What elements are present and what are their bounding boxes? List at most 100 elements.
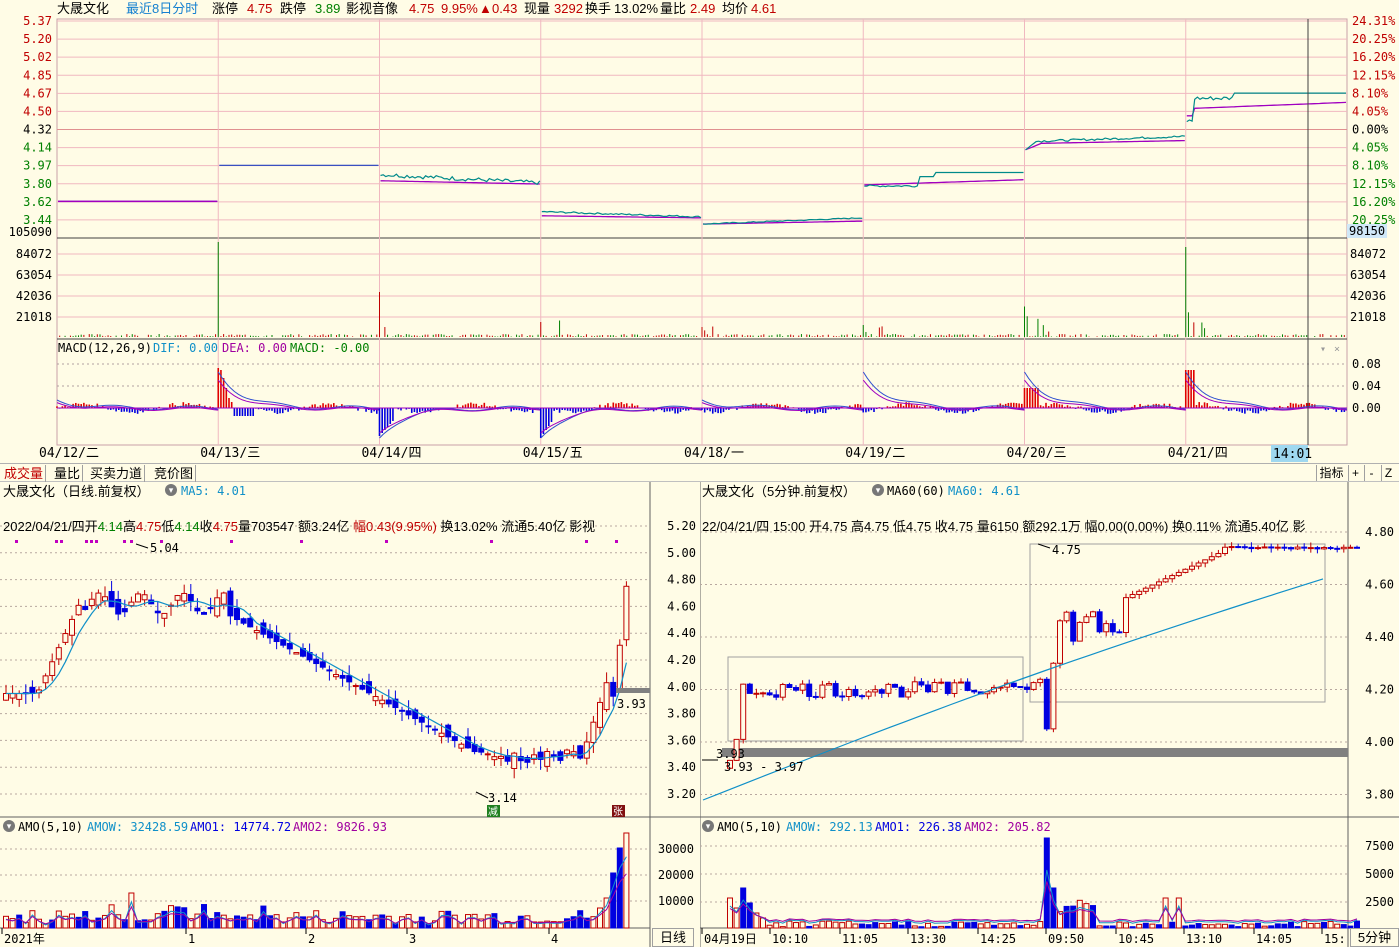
daily-kline-chart[interactable]: 5.20 5.00 4.80 4.60 4.40 4.20 4.00 3.80 3.60 3.40… [0, 482, 700, 947]
candle-body [544, 750, 551, 767]
x-axis-label: 09:50 [1048, 932, 1084, 946]
daily-axis-label: 4.00 [667, 680, 696, 694]
amo-bar [997, 923, 1004, 929]
volume-axis-label: 63054 [16, 268, 52, 282]
amo-bar [1334, 923, 1341, 929]
min5-amp-label: 幅 [1084, 519, 1098, 534]
min5-axis-label: 4.20 [1365, 683, 1394, 697]
daily-period-button[interactable]: 日线 [652, 928, 694, 947]
amo-bar [372, 914, 379, 929]
amo-bar [1228, 924, 1235, 929]
x-axis-label: 2021年 [4, 932, 45, 946]
amo-bar [984, 922, 991, 929]
candle-body [339, 674, 346, 679]
daily-axis-label: 3.40 [667, 760, 696, 774]
zoom-in-button[interactable]: + [1348, 465, 1362, 481]
candle-body [42, 675, 49, 684]
amo-bar [905, 921, 912, 929]
amo-bar [1182, 925, 1189, 929]
amo-bar [1083, 903, 1090, 929]
left-axis-label: 4.67 [23, 86, 52, 100]
daily-ma-icon[interactable]: ▾ [165, 484, 177, 496]
amo-bar [69, 913, 75, 929]
candle-body [280, 639, 287, 646]
candle-body [333, 674, 339, 678]
amo-bar [806, 925, 813, 929]
candle-body [839, 695, 846, 698]
amo-bar [892, 921, 898, 929]
x-axis-label: 3 [409, 932, 416, 946]
min5-amo-header: ▾ AMO(5,10) AMOW: 292.13 AMO1: 226.38 AM… [700, 819, 1348, 835]
candle-body [610, 681, 617, 697]
range-box-day1 [727, 656, 1024, 742]
candle-body [491, 756, 498, 761]
candle-body [1261, 546, 1268, 549]
candle-body [1017, 686, 1024, 689]
candle-body [1182, 568, 1189, 573]
zoom-out-button[interactable]: - [1364, 465, 1378, 481]
high-marker-line [135, 543, 149, 549]
x-axis-label: 04月19日 [704, 932, 757, 946]
min5-amo1: AMO1: 226.38 [875, 820, 962, 834]
daily-amo-icon[interactable]: ▾ [3, 820, 15, 832]
candle-body [898, 686, 905, 698]
amo1-line [729, 869, 1358, 924]
tab-volume-ratio[interactable]: 量比 [52, 465, 84, 482]
left-axis-label: 4.85 [23, 68, 52, 82]
daily-amp-label: 幅 [352, 519, 366, 534]
left-axis-label: 4.14 [23, 141, 52, 155]
right-axis-label: 8.10% [1352, 86, 1389, 100]
candle-body [1156, 581, 1162, 586]
amo-bar [1202, 923, 1209, 929]
candle-body [1294, 546, 1301, 550]
min5-ma-icon[interactable]: ▾ [872, 484, 884, 496]
candle-body [766, 692, 773, 696]
candle-body [892, 683, 898, 688]
date-label: 04/20/三 [1007, 446, 1067, 461]
daily-amt-label: 额 [298, 519, 312, 534]
volume-axis-label: 42036 [16, 289, 52, 303]
min5-vol: 6150 [989, 519, 1019, 534]
low-marker-line [475, 791, 489, 799]
candle-body [1222, 546, 1228, 555]
min5-amo-icon[interactable]: ▾ [702, 820, 714, 832]
left-axis-label: 3.62 [23, 195, 52, 209]
amo-bar [438, 910, 445, 929]
left-axis-label: 4.32 [23, 123, 52, 137]
volume-cursor-label: 98150 [1349, 224, 1385, 238]
amo-bar [174, 906, 181, 929]
macd-dea: DEA: 0.00 [222, 341, 287, 355]
amo-bar [1175, 897, 1182, 929]
candle-body [1149, 584, 1156, 589]
amo-bar [260, 905, 267, 929]
amo-bar [399, 916, 405, 929]
amo-bar [1129, 926, 1136, 929]
candle-body [181, 592, 188, 602]
five-minute-kline-chart[interactable]: 4.80 4.60 4.40 4.20 4.00 3.80 4.75 3.933.93 - 3… [700, 482, 1399, 947]
candle-body [793, 687, 799, 691]
high-marker-label: 4.75 [1052, 543, 1081, 557]
amo-bar [931, 926, 938, 929]
candle-body [1043, 678, 1050, 730]
tab-auction-chart[interactable]: 竞价图 [152, 465, 197, 482]
min5-period-button[interactable]: 5分钟 [1350, 928, 1399, 947]
candle-body [872, 689, 879, 693]
candle-body [1340, 546, 1347, 550]
daily-high-label: 高 [123, 519, 137, 534]
candle-body [1255, 547, 1261, 550]
min5-ma60-label: MA60(60) [887, 484, 945, 498]
tab-volume[interactable]: 成交量 [2, 465, 47, 482]
daily-low: 4.14 [174, 519, 200, 534]
amo-bar [1116, 921, 1123, 929]
amo-bar [977, 923, 984, 929]
amo-bar [1288, 921, 1294, 929]
tab-buy-sell-power[interactable]: 买卖力道 [88, 465, 146, 482]
indicator-button[interactable]: 指标 [1316, 465, 1346, 481]
amo-bar [339, 911, 346, 929]
candle-body [1347, 546, 1354, 549]
candle-body [753, 692, 760, 695]
intraday-chart[interactable]: 5.37 24.31% 5.20 20.25% 5.02 16.20% 4.85 12.15%… [0, 0, 1399, 463]
reset-zoom-button[interactable]: Z [1381, 465, 1395, 481]
amo-bar [220, 914, 227, 929]
amo-bar [1070, 905, 1077, 929]
